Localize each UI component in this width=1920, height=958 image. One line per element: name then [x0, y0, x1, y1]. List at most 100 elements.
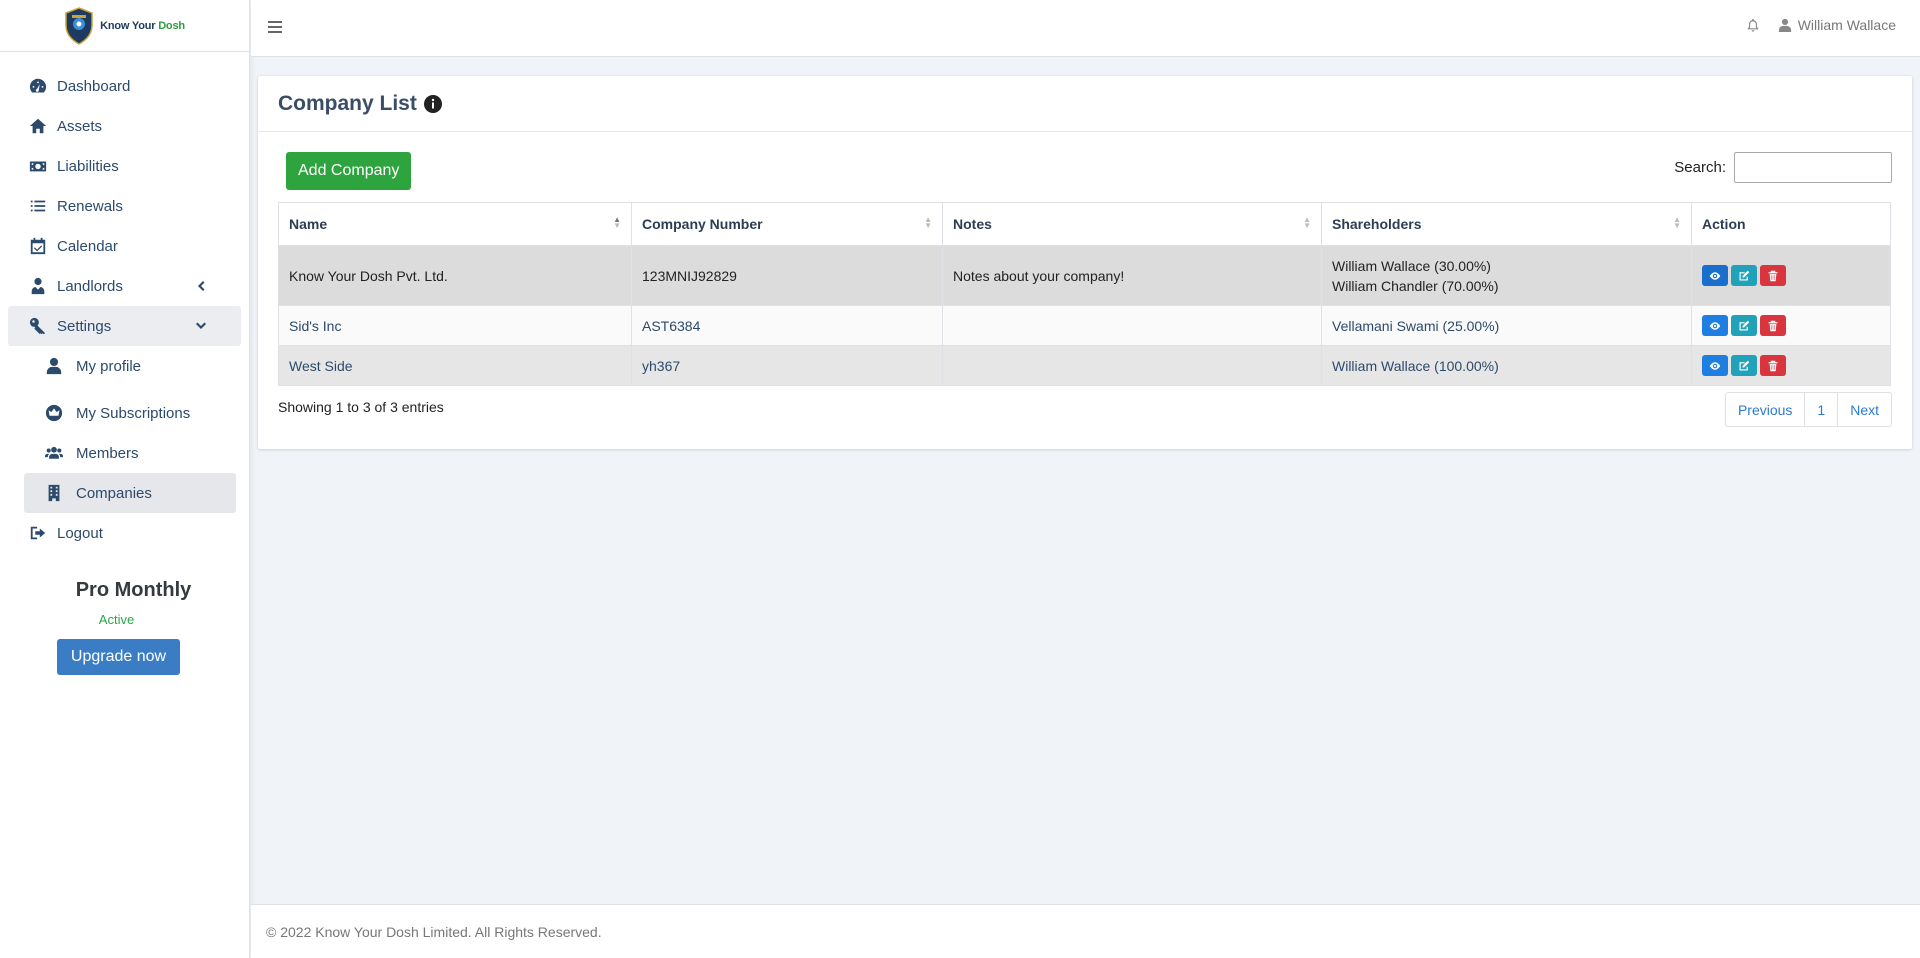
table-header-row: Name ▲ ▼ Company Number ▲ ▼ Notes ▲ ▼ Sharehol… — [278, 202, 1891, 246]
sidebar-subitem-my-subscriptions[interactable]: My Subscriptions — [0, 393, 249, 433]
sort-icon: ▲ ▼ — [613, 215, 621, 230]
sidebar-item-liabilities[interactable]: Liabilities — [0, 146, 249, 186]
chevron-left-icon — [195, 279, 209, 293]
info-circle-icon[interactable] — [423, 94, 442, 113]
sidebar-nav: Dashboard Assets Liabilities Renewals Ca… — [0, 52, 249, 553]
key-icon — [28, 317, 48, 335]
column-header-shareholders[interactable]: Shareholders ▲ ▼ — [1321, 202, 1692, 246]
cell-notes — [942, 305, 1322, 346]
page-title: Company List — [278, 91, 417, 115]
view-button[interactable] — [1702, 265, 1728, 286]
eye-icon — [1709, 321, 1721, 330]
user-name: William Wallace — [1797, 17, 1896, 33]
topbar: William Wallace — [251, 0, 1920, 57]
cell-actions — [1691, 245, 1891, 306]
delete-button[interactable] — [1760, 315, 1786, 336]
column-header-notes[interactable]: Notes ▲ ▼ — [942, 202, 1322, 246]
trash-icon — [1768, 270, 1778, 281]
sidebar-item-label: Settings — [57, 317, 112, 335]
sidebar-subitem-label: Companies — [76, 484, 152, 502]
company-list-card: Company List Add Company Search: Name ▲ ▼ … — [258, 76, 1912, 449]
sidebar-subitem-label: My profile — [76, 357, 142, 375]
column-header-company-number[interactable]: Company Number ▲ ▼ — [631, 202, 943, 246]
delete-button[interactable] — [1760, 265, 1786, 286]
cell-notes: Notes about your company! — [942, 245, 1322, 306]
plan-status: Active — [98, 612, 135, 627]
shareholder: William Chandler (70.00%) — [1332, 277, 1499, 294]
sidebar-item-label: Dashboard — [57, 77, 131, 95]
cell-notes — [942, 345, 1322, 386]
edit-icon — [1739, 320, 1750, 330]
sign-out-icon — [28, 524, 48, 542]
pagination-page[interactable]: 1 — [1805, 393, 1839, 426]
sidebar-item-logout[interactable]: Logout — [0, 513, 249, 553]
search-input[interactable] — [1734, 152, 1892, 183]
view-button[interactable] — [1702, 355, 1728, 376]
shareholder: William Wallace (30.00%) — [1332, 257, 1491, 274]
user-icon — [44, 357, 64, 375]
cell-actions — [1691, 305, 1891, 346]
cell-shareholders: William Wallace (100.00%) — [1321, 345, 1692, 386]
table-row: Know Your Dosh Pvt. Ltd. 123MNIJ92829 No… — [278, 245, 1891, 306]
sidebar-item-landlords[interactable]: Landlords — [0, 266, 249, 306]
hamburger-menu-icon[interactable] — [268, 21, 282, 35]
copyright-text: © 2022 Know Your Dosh Limited. All Right… — [266, 923, 602, 940]
entries-info: Showing 1 to 3 of 3 entries — [278, 399, 444, 415]
view-button[interactable] — [1702, 315, 1728, 336]
shareholder: Vellamani Swami (25.00%) — [1332, 317, 1500, 334]
table-row: West Side yh367 William Wallace (100.00%… — [278, 345, 1891, 386]
edit-icon — [1739, 360, 1750, 370]
sort-icon: ▲ ▼ — [1303, 215, 1311, 230]
shield-logo-icon — [65, 6, 93, 45]
crown-icon — [44, 404, 64, 422]
home-icon — [28, 117, 48, 135]
brand[interactable]: Know Your Dosh — [0, 0, 249, 52]
user-icon — [1778, 18, 1791, 32]
pagination-next[interactable]: Next — [1838, 393, 1891, 426]
cell-name: West Side — [278, 345, 632, 386]
sidebar-subitem-my-profile[interactable]: My profile — [0, 346, 249, 386]
cell-shareholders: Vellamani Swami (25.00%) — [1321, 305, 1692, 346]
sidebar-item-label: Renewals — [57, 197, 123, 215]
table-row: Sid's Inc AST6384 Vellamani Swami (25.00… — [278, 305, 1891, 346]
sidebar-item-label: Calendar — [57, 237, 118, 255]
sidebar-subitem-companies[interactable]: Companies — [24, 473, 236, 513]
sidebar-subitem-label: Members — [76, 444, 139, 462]
sidebar-item-label: Assets — [57, 117, 103, 135]
cell-company-number: 123MNIJ92829 — [631, 245, 943, 306]
money-icon — [28, 157, 48, 175]
sidebar-item-settings[interactable]: Settings — [8, 306, 241, 346]
search-box: Search: — [1674, 152, 1892, 183]
edit-button[interactable] — [1731, 315, 1757, 336]
bell-icon[interactable] — [1746, 18, 1760, 32]
cell-shareholders: William Wallace (30.00%) William Chandler… — [1321, 245, 1692, 306]
add-company-button[interactable]: Add Company — [286, 152, 412, 190]
column-header-action: Action — [1691, 202, 1891, 246]
user-menu[interactable]: William Wallace — [1778, 17, 1896, 33]
users-icon — [44, 444, 64, 462]
cell-name: Sid's Inc — [278, 305, 632, 346]
pagination-previous[interactable]: Previous — [1726, 393, 1806, 426]
cell-company-number: AST6384 — [631, 305, 943, 346]
eye-icon — [1709, 361, 1721, 370]
sidebar-subitem-members[interactable]: Members — [0, 433, 249, 473]
sidebar-item-renewals[interactable]: Renewals — [0, 186, 249, 226]
pagination: Previous 1 Next — [1724, 392, 1892, 427]
trash-icon — [1768, 320, 1778, 331]
sidebar-item-dashboard[interactable]: Dashboard — [0, 66, 249, 106]
upgrade-button[interactable]: Upgrade now — [56, 639, 181, 675]
sidebar-item-assets[interactable]: Assets — [0, 106, 249, 146]
list-icon — [28, 197, 48, 215]
calendar-check-icon — [28, 237, 48, 255]
edit-button[interactable] — [1731, 265, 1757, 286]
column-header-name[interactable]: Name ▲ ▼ — [278, 202, 632, 246]
sidebar-item-label: Landlords — [57, 277, 123, 295]
sidebar-item-calendar[interactable]: Calendar — [0, 226, 249, 266]
delete-button[interactable] — [1760, 355, 1786, 376]
building-icon — [44, 484, 64, 502]
companies-table: Name ▲ ▼ Company Number ▲ ▼ Notes ▲ ▼ Sharehol… — [278, 202, 1891, 386]
plan-box: Pro Monthly Active Upgrade now — [0, 579, 249, 675]
sort-icon: ▲ ▼ — [1673, 215, 1681, 230]
sidebar-item-label: Logout — [57, 524, 103, 542]
edit-button[interactable] — [1731, 355, 1757, 376]
